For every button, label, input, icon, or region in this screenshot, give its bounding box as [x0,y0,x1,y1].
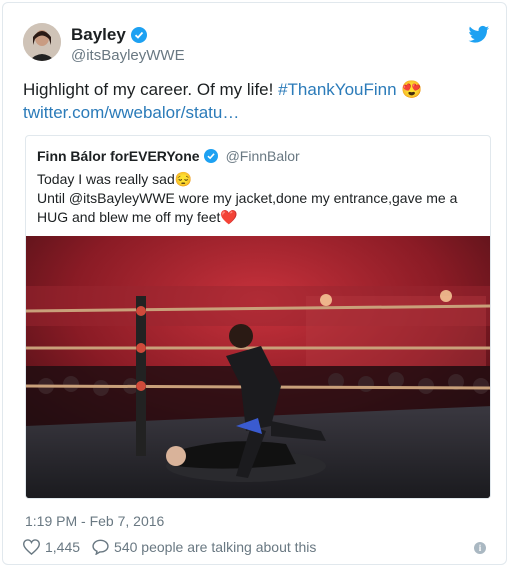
quoted-author-handle[interactable]: @FinnBalor [226,148,300,164]
heart-eyes-emoji: 😍 [401,80,423,99]
tweet-timestamp[interactable]: 1:19 PM - Feb 7, 2016 [25,513,164,529]
quoted-author-name[interactable]: Finn Bálor forEVERYone [37,148,200,164]
author-name[interactable]: Bayley [71,25,147,45]
tweet-actions: 1,445 540 people are talking about this [23,539,316,555]
quoted-tweet[interactable]: Finn Bálor forEVERYone @FinnBalor Today … [25,135,491,499]
comment-icon[interactable] [92,539,109,555]
sad-emoji: 😔 [174,171,193,187]
like-action[interactable]: 1,445 [23,539,80,555]
tweet-text: Highlight of my career. Of my life! #Tha… [23,79,483,101]
hashtag-link[interactable]: #ThankYouFinn [278,80,396,99]
tweet-link[interactable]: twitter.com/wwebalor/statu… [23,103,239,123]
wrestling-photo[interactable] [26,236,491,499]
heart-icon[interactable] [23,539,40,555]
author-name-text[interactable]: Bayley [71,25,126,45]
tweet-text-main: Highlight of my career. Of my life! [23,80,279,99]
quoted-text: Today I was really sad😔 Until @itsBayley… [37,170,482,227]
quoted-line-1: Today I was really sad [37,171,175,187]
author-avatar[interactable] [23,23,61,61]
comment-action[interactable]: 540 people are talking about this [92,539,316,555]
like-count: 1,445 [45,539,81,555]
verified-icon [130,27,147,43]
twitter-bird-icon[interactable] [468,25,490,45]
quoted-line-2: Until @itsBayleyWWE wore my jacket,done … [37,190,458,225]
tweet-card: Bayley @itsBayleyWWE Highlight of my car… [2,2,507,565]
info-icon[interactable]: i [474,542,486,554]
red-heart-emoji: ❤️ [220,209,238,225]
verified-icon [203,149,218,163]
author-handle[interactable]: @itsBayleyWWE [71,47,185,64]
talking-count: 540 people are talking about this [114,539,317,555]
quoted-header: Finn Bálor forEVERYone @FinnBalor [37,148,300,164]
